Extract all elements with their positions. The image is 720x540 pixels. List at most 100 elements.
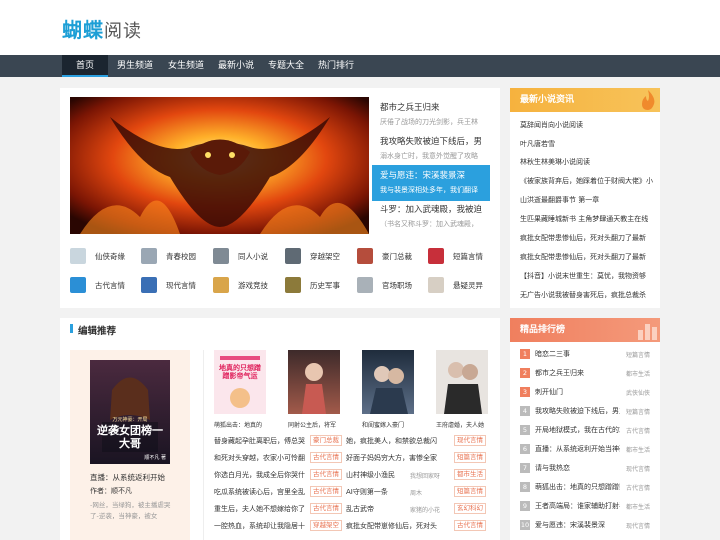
list-row[interactable]: 重生后，夫人她不想嫁给你了 古代言情 [214, 503, 342, 516]
list-row-title: 好面子妈妈穷大方，害惨全家 [346, 454, 437, 462]
featured-book[interactable]: 万元神豪：开局 逆袭女团榜一大哥 顺不凡 著 直播：从系统返利开始 作者：顺不凡… [70, 350, 190, 540]
category-campus[interactable]: 青春校园 [141, 248, 206, 264]
nav-topics[interactable]: 专题大全 [263, 55, 309, 77]
news-item[interactable]: 【抖音】小说末世重生：莫忧，我物资够 [520, 271, 655, 281]
main-nav: 首页 男生频道 女生频道 最新小说 专题大全 热门排行 [0, 55, 720, 77]
rank-number: 8 [520, 482, 530, 492]
news-item[interactable]: 《被家族背弃后，她踩着位于财阀大佬》小 [520, 176, 655, 186]
list-row[interactable]: 疯批女配带崽修仙后，死对头 古代言情 [346, 520, 488, 533]
category-xianxia[interactable]: 仙侠奇缘 [70, 248, 135, 264]
list-row[interactable]: AI守则第一条 周木 短篇言情 [346, 486, 488, 499]
book-cover[interactable] [288, 350, 340, 414]
logo-text-sub: 阅读 [104, 21, 142, 42]
list-row[interactable]: 她，疯批美人，和禁欲总裁闪 现代言情 [346, 435, 488, 448]
hot-item[interactable]: 我攻略失败被迫下线后，男 溺水身亡时，我意外觉醒了攻略 [372, 131, 490, 167]
category-ceo[interactable]: 豪门总裁 [357, 248, 422, 264]
hot-item[interactable]: 斗罗：加入武魂殿，我被迫 （书名又称斗罗：加入武魂殿， [372, 199, 490, 235]
list-row[interactable]: 乱古武帝 家猪的小花 玄幻科幻 [346, 503, 488, 516]
list-row-tag[interactable]: 豪门总裁 [310, 435, 342, 446]
news-item[interactable]: 莫辞闻肖向小说阅读 [520, 120, 655, 130]
list-row-title: 乱古武帝 [346, 505, 374, 513]
book-title: 和闺蜜嫁入豪门 [362, 422, 405, 429]
news-item[interactable]: 生匹果藏睡城新书 主角梦肆通天教主在线 [520, 214, 655, 224]
list-row-tag[interactable]: 古代言情 [310, 486, 342, 497]
rank-title: 刺开仙门 [535, 388, 563, 396]
rank-item[interactable]: 5 开局地狱模式，我在古代的求 古代言情 [520, 425, 655, 437]
category-label: 豪门总裁 [382, 252, 412, 261]
rank-item[interactable]: 1 暗恋二三事 短篇言情 [520, 349, 655, 361]
category-modern-romance[interactable]: 现代言情 [141, 277, 206, 293]
book-cover[interactable] [436, 350, 488, 414]
list-row-tag[interactable]: 短篇言情 [454, 486, 486, 497]
category-mystery[interactable]: 悬疑灵异 [428, 277, 493, 293]
list-row[interactable]: 替身藏起孕肚离职后，傅总哭 豪门总裁 [214, 435, 342, 448]
rank-item[interactable]: 8 萌狐出击：地真的只想蹭蹭影 古代言情 [520, 482, 655, 494]
list-row[interactable]: 你选白月光，我成全后你哭什 古代言情 [214, 469, 342, 482]
category-officialdom[interactable]: 官场职场 [357, 277, 422, 293]
book-title: 同射公主后，将军 [288, 422, 337, 429]
category-thumb-icon [141, 277, 157, 293]
nav-hot-ranking[interactable]: 热门排行 [313, 55, 359, 77]
list-row[interactable]: 一腔热血，系统却让我隐居十 穿越架空 [214, 520, 342, 533]
list-row[interactable]: 吃瓜系统被读心后，宫里全乱 古代言情 [214, 486, 342, 499]
rank-item[interactable]: 4 我攻略失败被迫下线后，男主 短篇言情 [520, 406, 655, 418]
hot-item-title: 爱与愿违：宋溪裴景深 [380, 171, 466, 181]
rank-item[interactable]: 10 爱与愿违：宋溪裴景深 现代言情 [520, 520, 655, 532]
list-row-author: 我想回家呀 [410, 473, 441, 480]
news-item[interactable]: 山洪逝最翻爵事节 第一章 [520, 195, 655, 205]
category-thumb-icon [70, 277, 86, 293]
site-logo[interactable]: 蝴蝶阅读 [62, 14, 142, 43]
category-label: 穿越架空 [310, 252, 340, 261]
list-row-tag[interactable]: 古代言情 [454, 520, 486, 531]
category-history-military[interactable]: 历史军事 [285, 277, 350, 293]
rank-title: 萌狐出击：地真的只想蹭蹭影 [535, 483, 620, 491]
list-row-tag[interactable]: 古代言情 [310, 452, 342, 463]
book-cover[interactable] [362, 350, 414, 414]
rank-title: 请与我热恋 [535, 464, 570, 472]
featured-book-author: 作者：顺不凡 [90, 487, 132, 495]
rank-item[interactable]: 9 王者高端局：谁家辅助打射手 都市生活 [520, 501, 655, 513]
book-cover[interactable]: 地真的只想蹭蹭影帝气运 [214, 350, 266, 414]
nav-home[interactable]: 首页 [62, 55, 108, 77]
news-item[interactable]: 疯批女配带患惨仙后，死对头翻刀了最新 [520, 233, 655, 243]
category-thumb-icon [141, 248, 157, 264]
rank-title: 爱与愿违：宋溪裴景深 [535, 521, 605, 529]
featured-book-cover[interactable]: 万元神豪：开局 逆袭女团榜一大哥 顺不凡 著 [90, 360, 170, 464]
rank-item[interactable]: 7 请与我热恋 现代言情 [520, 463, 655, 475]
category-gaming[interactable]: 游戏竞技 [213, 277, 278, 293]
rank-item[interactable]: 2 都市之兵王归来 都市生活 [520, 368, 655, 380]
nav-latest-novels[interactable]: 最新小说 [213, 55, 259, 77]
site-header: 蝴蝶阅读 [0, 0, 720, 55]
list-row-tag[interactable]: 古代言情 [310, 469, 342, 480]
list-row-tag[interactable]: 短篇言情 [454, 452, 486, 463]
list-row[interactable]: 好面子妈妈穷大方，害惨全家 短篇言情 [346, 452, 488, 465]
nav-female-channel[interactable]: 女生频道 [163, 55, 209, 77]
news-item[interactable]: 叶凡唐若雪 [520, 139, 655, 149]
rank-category: 现代言情 [626, 466, 651, 473]
list-row-tag[interactable]: 都市生活 [454, 469, 486, 480]
news-item[interactable]: 疯批女配带患惨仙后，死对头翻刀了最新 [520, 252, 655, 262]
featured-book-title[interactable]: 直播：从系统返利开始 [90, 472, 165, 483]
category-label: 历史军事 [310, 281, 340, 290]
list-row-tag[interactable]: 穿越架空 [310, 520, 342, 531]
hot-item-selected[interactable]: 爱与愿违：宋溪裴景深 我与裴景深相处多年，我们翻译 [372, 165, 490, 201]
nav-male-channel[interactable]: 男生频道 [112, 55, 158, 77]
list-row[interactable]: 和死对头穿越，农家小可怜翻 古代言情 [214, 452, 342, 465]
news-item[interactable]: 无广告小说我被替身害死后，疯批总裁杀 [520, 290, 655, 300]
news-item[interactable]: 林秋生林美琳小说阅读 [520, 157, 655, 167]
category-time-travel[interactable]: 穿越架空 [285, 248, 350, 264]
rank-item[interactable]: 6 直播：从系统返利开始当神豪 都市生活 [520, 444, 655, 456]
list-row-tag[interactable]: 古代言情 [310, 503, 342, 514]
hot-item[interactable]: 都市之兵王归来 厌倦了战场的刀光剑影，兵王林 [372, 97, 490, 133]
category-fanfic[interactable]: 同人小说 [213, 248, 278, 264]
list-row[interactable]: 山村神级小渔民 我想回家呀 都市生活 [346, 469, 488, 482]
list-row-tag[interactable]: 现代言情 [454, 435, 486, 446]
category-ancient-romance[interactable]: 古代言情 [70, 277, 135, 293]
list-row-title: 吃瓜系统被读心后，宫里全乱 [214, 488, 305, 496]
editor-section-title: 编辑推荐 [78, 326, 117, 337]
category-short-romance[interactable]: 短篇言情 [428, 248, 493, 264]
list-row-tag[interactable]: 玄幻科幻 [454, 503, 486, 514]
hot-item-desc: （书名又称斗罗：加入武魂殿， [380, 220, 478, 228]
rank-item[interactable]: 3 刺开仙门 武侠仙侠 [520, 387, 655, 399]
banner-image[interactable] [70, 97, 369, 234]
